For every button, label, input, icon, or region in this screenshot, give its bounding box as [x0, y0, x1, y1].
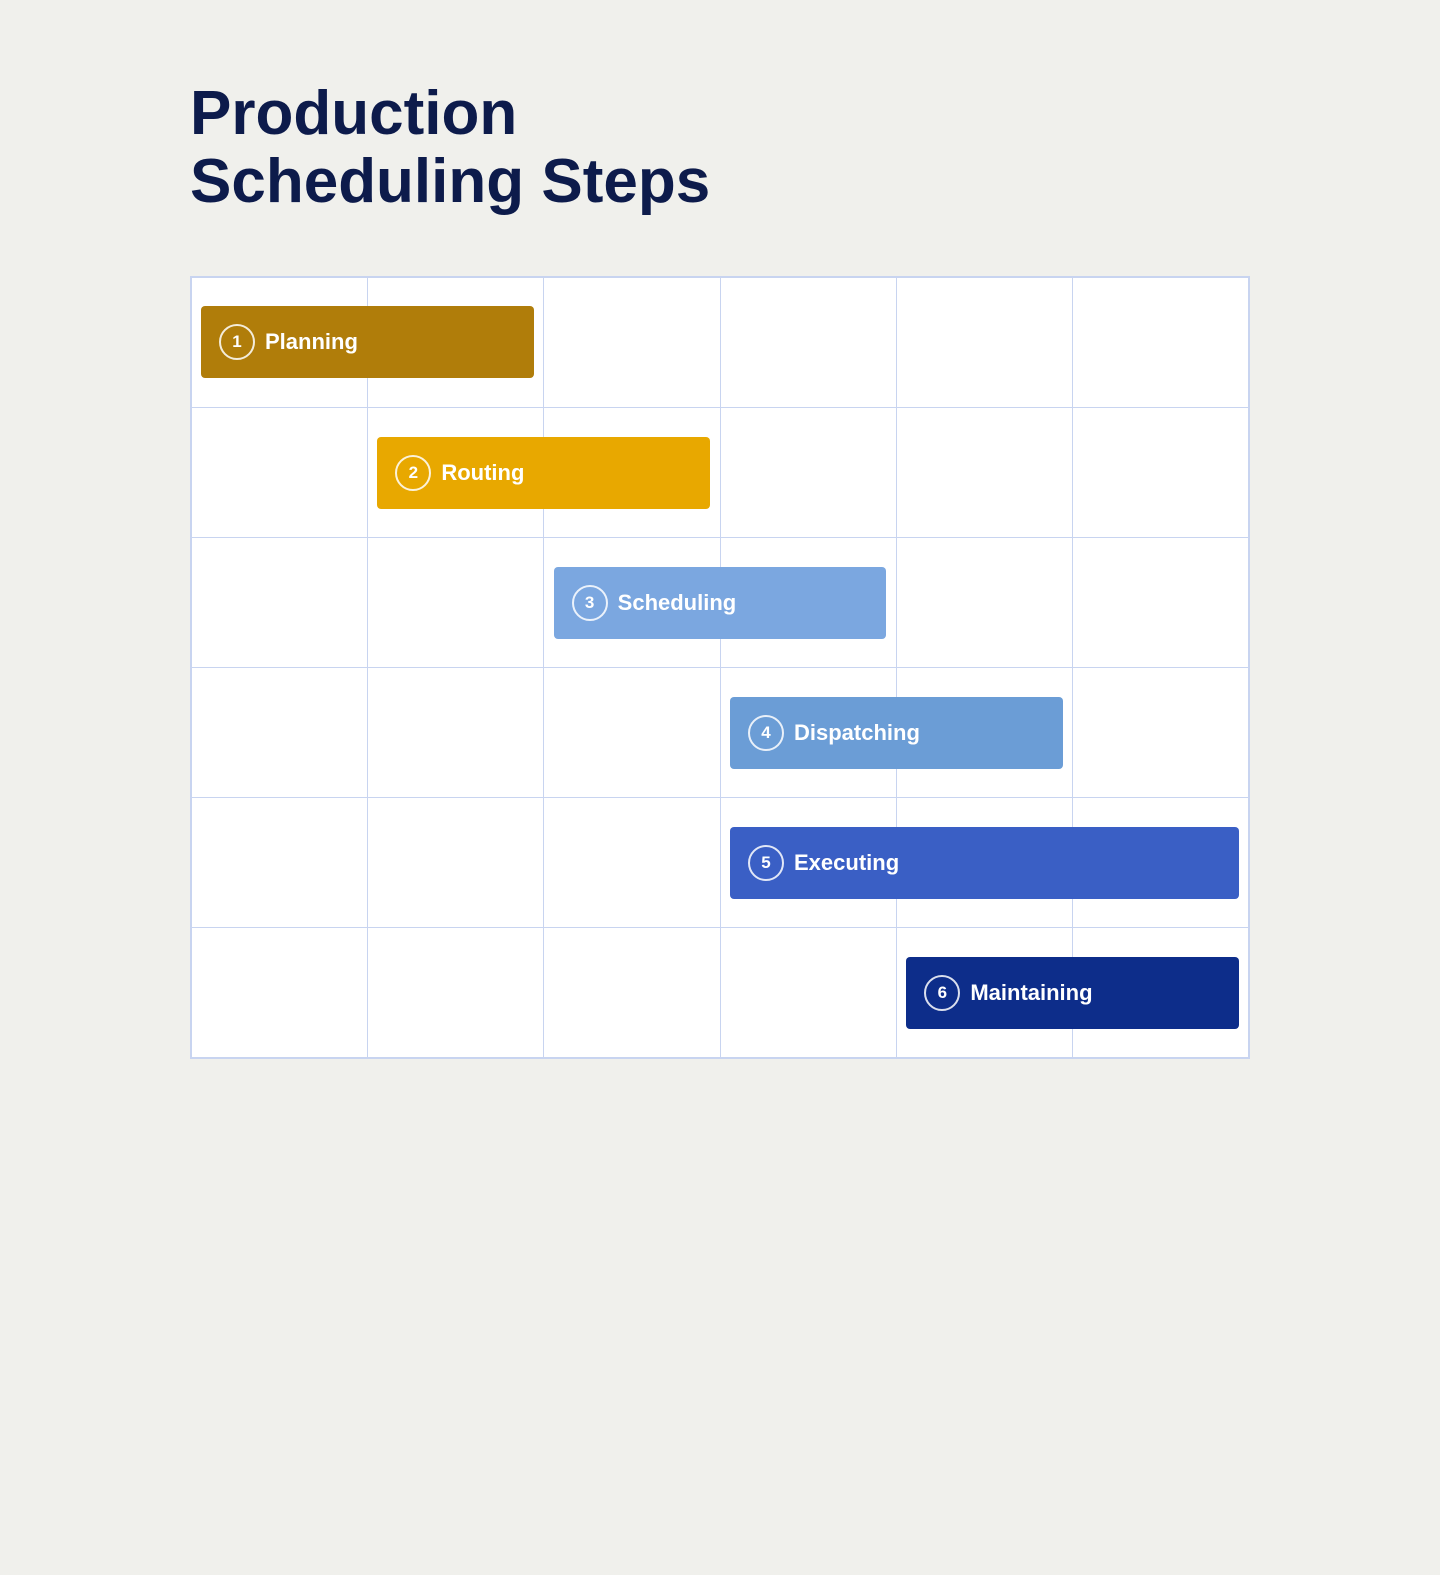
chart-row-6: 6 Maintaining: [191, 928, 1249, 1058]
step-label-5: Executing: [794, 850, 899, 876]
step-bar-3: 3 Scheduling: [554, 567, 887, 639]
step-number-4: 4: [748, 715, 784, 751]
page-title: ProductionScheduling Steps: [190, 80, 1250, 216]
step-number-6: 6: [924, 975, 960, 1011]
step-bar-6: 6 Maintaining: [906, 957, 1239, 1029]
chart-row-4: 4 Dispatching: [191, 668, 1249, 798]
step-number-1: 1: [219, 324, 255, 360]
step-label-3: Scheduling: [618, 590, 737, 616]
step-label-4: Dispatching: [794, 720, 920, 746]
chart-row-1: 1 Planning: [191, 277, 1249, 407]
step-bar-4: 4 Dispatching: [730, 697, 1063, 769]
step-bar-5: 5 Executing: [730, 827, 1239, 899]
step-label-2: Routing: [441, 460, 524, 486]
step-number-3: 3: [572, 585, 608, 621]
chart-row-5: 5 Executing: [191, 798, 1249, 928]
chart-container: 1 Planning 2 Routing 3 Scheduling 4 Dispatching…: [190, 276, 1250, 1059]
step-number-5: 5: [748, 845, 784, 881]
page-container: ProductionScheduling Steps 1 Planning 2 Rou…: [190, 80, 1250, 1495]
bars-overlay: 1 Planning 2 Routing 3 Scheduling 4 Dispatching…: [191, 277, 1249, 1058]
step-bar-1: 1 Planning: [201, 306, 534, 378]
chart-row-3: 3 Scheduling: [191, 538, 1249, 668]
chart-row-2: 2 Routing: [191, 408, 1249, 538]
step-number-2: 2: [395, 455, 431, 491]
step-bar-2: 2 Routing: [377, 437, 710, 509]
step-label-1: Planning: [265, 329, 358, 355]
step-label-6: Maintaining: [970, 980, 1092, 1006]
